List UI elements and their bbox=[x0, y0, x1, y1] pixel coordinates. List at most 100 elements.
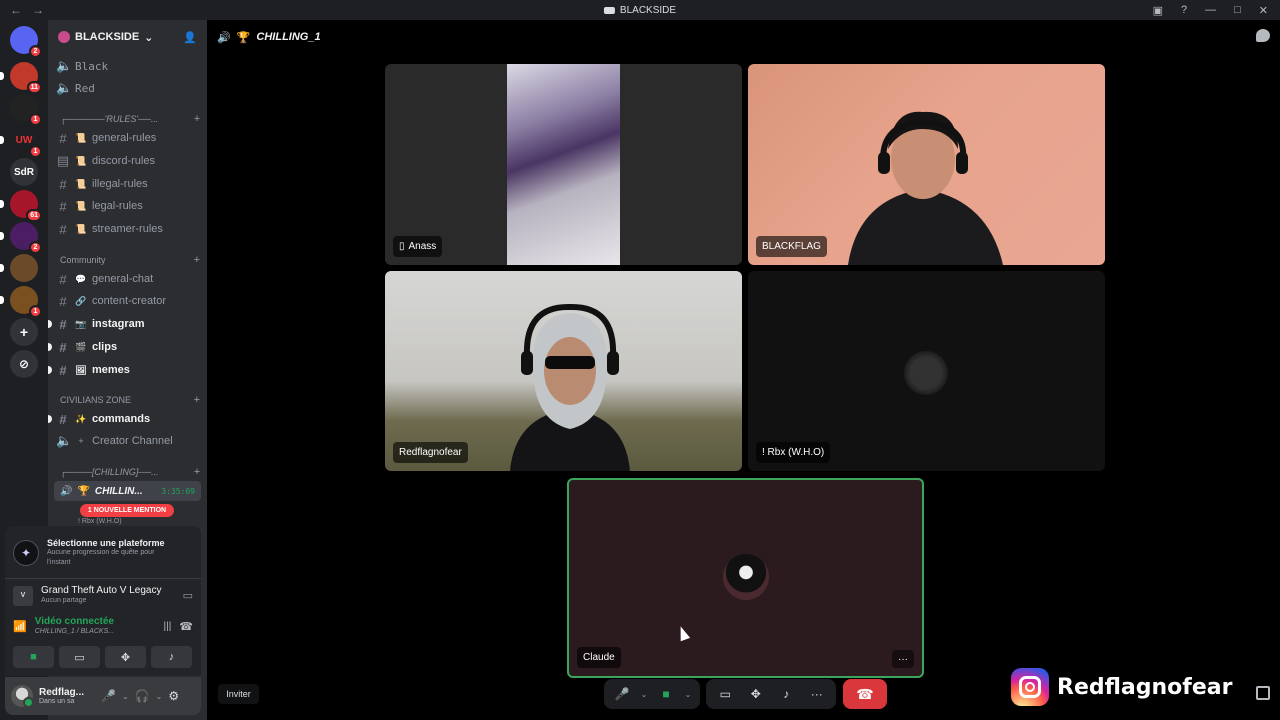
screen-share-button[interactable]: ▭ bbox=[712, 681, 738, 707]
soundboard-button[interactable]: ♪ bbox=[151, 646, 192, 668]
audio-video-controls: 🎤 ⌄ ■ ⌄ bbox=[604, 679, 700, 709]
channel-commands[interactable]: # ✨ commands bbox=[48, 409, 201, 429]
screen-share-button[interactable]: ▭ bbox=[59, 646, 100, 668]
camera-options-chevron[interactable]: ⌄ bbox=[681, 681, 695, 707]
new-mention-pill[interactable]: 1 NOUVELLE MENTION bbox=[80, 504, 174, 517]
fullscreen-icon[interactable] bbox=[1256, 686, 1270, 700]
invite-people-icon[interactable]: 👤 bbox=[183, 31, 197, 44]
category-civilians-zone[interactable]: CIVILIANS ZONE + bbox=[60, 393, 200, 407]
settings-gear-icon[interactable]: ⚙ bbox=[168, 689, 179, 703]
rocket-icon: ✥ bbox=[120, 651, 131, 664]
more-button[interactable]: ··· bbox=[804, 681, 830, 707]
category-community[interactable]: Community + bbox=[60, 253, 200, 267]
server-item[interactable] bbox=[0, 254, 38, 282]
plus-icon: + bbox=[78, 436, 84, 446]
voice-channel-red[interactable]: 🔈 Red bbox=[56, 78, 201, 98]
unread-pip bbox=[0, 296, 4, 304]
channel-label: CHILLIN... bbox=[94, 485, 143, 497]
add-channel-icon[interactable]: + bbox=[194, 394, 200, 406]
category-chilling[interactable]: ┌────[CHILLING]──... + bbox=[60, 465, 200, 479]
soundboard-button[interactable]: ♪ bbox=[773, 681, 799, 707]
channel-streamer-rules[interactable]: # 📜 streamer-rules bbox=[56, 219, 201, 239]
more-icon: ··· bbox=[810, 687, 823, 701]
mic-options-chevron[interactable]: ⌄ bbox=[637, 681, 651, 707]
activities-button[interactable]: ✥ bbox=[743, 681, 769, 707]
channel-content-creator[interactable]: # 🔗 content-creator bbox=[56, 291, 201, 311]
video-tile-blackflag[interactable]: BLACKFLAG bbox=[748, 64, 1105, 265]
channel-legal-rules[interactable]: # 📜 legal-rules bbox=[56, 196, 201, 216]
channel-memes[interactable]: # 🖼 memes bbox=[48, 360, 201, 380]
add-server-button[interactable]: + bbox=[10, 318, 38, 346]
video-tile-anass[interactable]: ▯ Anass bbox=[385, 64, 742, 265]
back-arrow-icon[interactable]: ← bbox=[10, 3, 22, 17]
title-bar: ← → BLACKSIDE ▣ ? — □ ✕ bbox=[0, 0, 1280, 20]
voice-location[interactable]: CHILLING_1 / BLACKS... bbox=[35, 627, 114, 637]
help-icon[interactable]: ? bbox=[1181, 4, 1187, 16]
camera-button[interactable]: ■ bbox=[653, 681, 679, 707]
unread-pip bbox=[48, 320, 52, 328]
participant-name: Anass bbox=[408, 241, 437, 252]
channel-general-chat[interactable]: # 💬 general-chat bbox=[56, 269, 201, 289]
close-button[interactable]: ✕ bbox=[1259, 4, 1268, 17]
video-tile-claude[interactable]: Claude ··· bbox=[567, 478, 924, 678]
add-channel-icon[interactable]: + bbox=[194, 466, 200, 478]
microphone-icon[interactable]: 🎤 bbox=[101, 689, 116, 703]
server-item[interactable]: 1 bbox=[10, 94, 42, 126]
server-home[interactable]: 2 bbox=[10, 26, 42, 58]
screen-share-icon: ▭ bbox=[719, 687, 731, 701]
category-rules[interactable]: ┌──────'RULES'──... + bbox=[60, 112, 200, 126]
channel-instagram[interactable]: # 📷 instagram bbox=[48, 314, 201, 334]
server-item[interactable]: 11 bbox=[0, 62, 42, 94]
forward-arrow-icon[interactable]: → bbox=[32, 3, 44, 17]
server-badge: 1 bbox=[29, 113, 42, 126]
chevron-down-icon[interactable]: ⌄ bbox=[122, 692, 129, 701]
channel-clips[interactable]: # 🎬 clips bbox=[48, 337, 201, 357]
video-button[interactable]: ■ bbox=[13, 646, 54, 668]
scroll-icon: 📜 bbox=[75, 223, 87, 234]
server-item[interactable]: SdR bbox=[10, 158, 38, 186]
activities-button[interactable]: ✥ bbox=[105, 646, 146, 668]
call-actions: ▭ ✥ ♪ ··· bbox=[706, 679, 836, 709]
invite-button[interactable]: Inviter bbox=[218, 684, 259, 704]
server-item[interactable]: 2 bbox=[0, 222, 42, 254]
server-item[interactable]: UW 1 bbox=[0, 126, 42, 158]
video-tile-redflagnofear[interactable]: Redflagnofear bbox=[385, 271, 742, 471]
game-row[interactable]: V Grand Theft Auto V Legacy Aucun partag… bbox=[5, 578, 201, 606]
chat-icon[interactable] bbox=[1256, 29, 1270, 42]
channel-illegal-rules[interactable]: # 📜 illegal-rules bbox=[56, 174, 201, 194]
voice-channel-black[interactable]: 🔈 Black bbox=[56, 56, 201, 76]
share-screen-icon[interactable]: ▭ bbox=[183, 589, 193, 602]
more-options-button[interactable]: ··· bbox=[892, 650, 914, 668]
trophy-icon: 🏆 bbox=[236, 31, 251, 44]
channel-label: streamer-rules bbox=[92, 223, 163, 235]
chevron-down-icon[interactable]: ⌄ bbox=[156, 692, 163, 701]
voice-channel-chilling-1[interactable]: 🔊 🏆 CHILLIN... 3:35:09 bbox=[54, 481, 201, 501]
avatar[interactable] bbox=[11, 685, 34, 708]
add-channel-icon[interactable]: + bbox=[194, 254, 200, 266]
discover-button[interactable]: ⊘ bbox=[10, 350, 38, 378]
image-icon: 🖼 bbox=[75, 364, 87, 375]
chevron-down-icon: ⌄ bbox=[144, 31, 154, 44]
channel-general-rules[interactable]: # 📜 general-rules bbox=[56, 128, 201, 148]
channel-label: clips bbox=[92, 341, 118, 353]
noise-suppression-icon[interactable]: ||| bbox=[164, 621, 172, 632]
add-channel-icon[interactable]: + bbox=[194, 113, 200, 125]
server-item[interactable]: 61 bbox=[0, 190, 42, 222]
microphone-button[interactable]: 🎤 bbox=[609, 681, 635, 707]
headphones-icon[interactable]: 🎧 bbox=[135, 689, 150, 703]
quest-row[interactable]: ✦ Sélectionne une plateforme Aucune prog… bbox=[5, 538, 201, 568]
video-tile-rbx[interactable]: ! Rbx (W.H.O) bbox=[748, 271, 1105, 471]
gta-icon: V bbox=[13, 585, 33, 606]
maximize-button[interactable]: □ bbox=[1234, 4, 1241, 16]
disconnect-icon[interactable]: ☎ bbox=[179, 620, 193, 633]
disconnect-button[interactable]: ☎ bbox=[843, 679, 887, 709]
channel-discord-rules[interactable]: ▤ 📜 discord-rules bbox=[56, 151, 201, 171]
inbox-icon[interactable]: ▣ bbox=[1153, 4, 1163, 17]
channel-creator-channel[interactable]: 🔈 + Creator Channel bbox=[56, 431, 201, 451]
minimize-button[interactable]: — bbox=[1205, 4, 1216, 16]
scroll-icon: 📜 bbox=[75, 132, 87, 143]
server-item[interactable]: 1 bbox=[0, 286, 42, 318]
voice-member[interactable]: ! Rbx (W.H.O) bbox=[78, 518, 122, 525]
guild-header[interactable]: BLACKSIDE ⌄ 👤 bbox=[48, 20, 207, 54]
category-label: Community bbox=[60, 255, 106, 265]
